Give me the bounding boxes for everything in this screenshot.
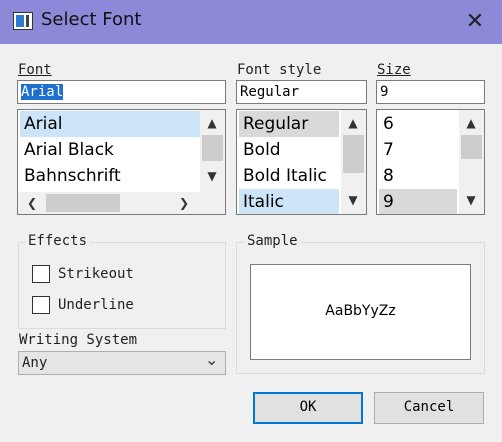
chevron-down-icon: ⌄: [205, 350, 219, 369]
scroll-up-icon[interactable]: ▲: [343, 113, 363, 133]
writing-system-label: Writing System: [19, 332, 138, 348]
style-list-item[interactable]: Regular: [239, 111, 339, 137]
font-vscrollbar[interactable]: ▲ ▼: [200, 110, 225, 192]
underline-checkbox[interactable]: [32, 296, 50, 314]
style-list-item[interactable]: Italic: [239, 189, 339, 214]
scroll-down-icon[interactable]: ▼: [202, 166, 222, 186]
size-input[interactable]: 9: [376, 80, 485, 104]
font-input[interactable]: Arial: [17, 80, 226, 104]
size-list[interactable]: 6 7 8 9 ▲ ▼: [376, 109, 485, 215]
font-style-list[interactable]: Regular Bold Bold Italic Italic ▲ ▼: [236, 109, 367, 215]
scroll-down-icon[interactable]: ▼: [343, 190, 363, 210]
font-list[interactable]: Arial Arial Black Bahnschrift ▲ ▼ ❮ ❯: [17, 109, 226, 215]
sample-preview: AaBbYyZz: [250, 264, 471, 360]
font-list-item[interactable]: Bahnschrift: [20, 163, 200, 189]
font-style-input[interactable]: Regular: [236, 80, 367, 104]
scroll-thumb[interactable]: [343, 135, 364, 173]
strikeout-checkbox[interactable]: [32, 265, 50, 283]
strikeout-label[interactable]: Strikeout: [58, 266, 134, 282]
hscroll-thumb[interactable]: [46, 194, 120, 212]
size-list-item[interactable]: 6: [379, 111, 457, 137]
scroll-up-icon[interactable]: ▲: [202, 113, 222, 133]
style-list-item[interactable]: Bold: [239, 137, 339, 163]
scroll-thumb[interactable]: [461, 135, 482, 159]
writing-system-value: Any: [22, 355, 48, 371]
effects-group: [18, 242, 226, 329]
font-list-item[interactable]: Arial: [20, 111, 200, 137]
scroll-left-icon[interactable]: ❮: [22, 193, 42, 213]
scroll-up-icon[interactable]: ▲: [461, 113, 481, 133]
close-button[interactable]: ✕: [455, 6, 495, 38]
cancel-button[interactable]: Cancel: [374, 392, 484, 424]
effects-label: Effects: [25, 233, 91, 249]
font-list-item[interactable]: Arial Black: [20, 137, 200, 163]
app-icon: [13, 12, 33, 30]
scroll-right-icon[interactable]: ❯: [174, 193, 194, 213]
scroll-thumb[interactable]: [202, 135, 223, 161]
sample-label: Sample: [244, 233, 301, 249]
font-input-value: Arial: [21, 84, 64, 100]
size-list-item[interactable]: 8: [379, 163, 457, 189]
style-vscrollbar[interactable]: ▲ ▼: [341, 110, 366, 214]
font-hscrollbar[interactable]: ❮ ❯: [18, 192, 225, 214]
ok-button[interactable]: OK: [253, 392, 363, 424]
size-list-item[interactable]: 9: [379, 189, 457, 214]
window-title: Select Font: [41, 9, 142, 30]
scroll-down-icon[interactable]: ▼: [461, 190, 481, 210]
writing-system-select[interactable]: Any ⌄: [18, 350, 226, 375]
size-label: Size: [377, 62, 411, 78]
font-style-label: Font style: [237, 62, 322, 78]
size-list-item[interactable]: 7: [379, 137, 457, 163]
font-label: Font: [18, 62, 52, 78]
size-vscrollbar[interactable]: ▲ ▼: [459, 110, 484, 214]
underline-label[interactable]: Underline: [58, 297, 134, 313]
style-list-item[interactable]: Bold Italic: [239, 163, 339, 189]
